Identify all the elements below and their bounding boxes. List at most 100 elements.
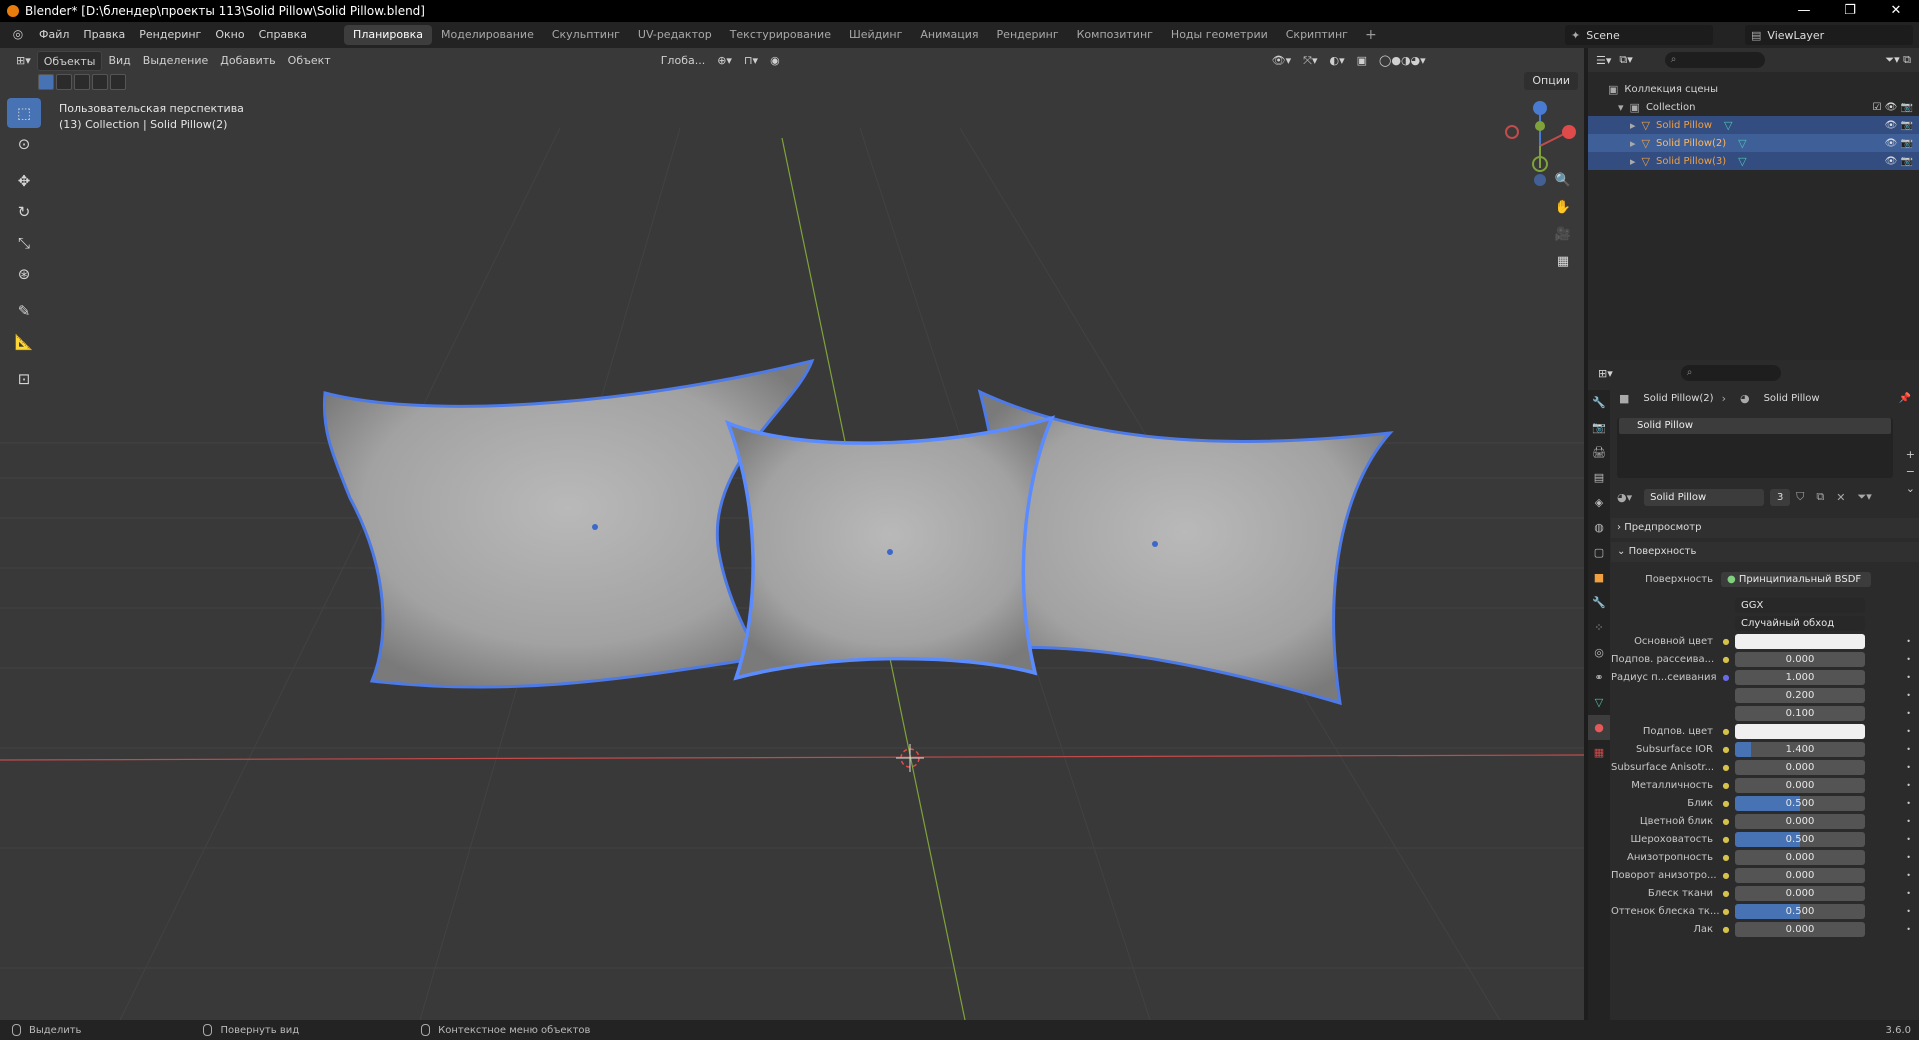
add-workspace-icon[interactable]: + [1357,27,1385,43]
expand-arrow-icon[interactable]: ▸ [1630,155,1636,168]
pillow-object-1[interactable] [322,358,815,689]
output-tab-icon[interactable]: 🖨 [1588,440,1610,465]
tab-modeling[interactable]: Моделирование [432,25,543,45]
measure-tool-icon[interactable]: 📐 [7,327,41,357]
socket-dot-icon[interactable]: ● [1721,925,1731,934]
minimize-button[interactable]: — [1781,0,1827,22]
socket-dot-icon[interactable]: ● [1721,889,1731,898]
socket-dot-icon[interactable]: ● [1721,907,1731,916]
tab-texture-paint[interactable]: Текстурирование [721,25,840,45]
texture-tab-icon[interactable]: ▦ [1588,740,1610,765]
object-tab-icon[interactable]: ■ [1588,565,1610,590]
keyframe-dot-icon[interactable]: • [1906,637,1911,646]
properties-search-input[interactable]: ⌕ [1680,365,1781,381]
menu-object[interactable]: Объект [282,51,337,71]
select-box-tool-icon[interactable]: ⬚ [7,98,41,128]
overlay-toggle-icon[interactable]: ◐▾ [1324,51,1351,71]
material-name-field[interactable]: Solid Pillow [1644,488,1765,506]
scale-tool-icon[interactable]: ⤡ [7,228,41,258]
keyframe-dot-icon[interactable]: • [1906,799,1911,808]
tool-tab-icon[interactable]: 🔧 [1588,390,1610,415]
menu-render[interactable]: Рендеринг [132,22,208,48]
keyframe-dot-icon[interactable]: • [1906,655,1911,664]
material-slot-list[interactable]: Solid Pillow [1617,418,1893,478]
expand-arrow-icon[interactable]: ▾ [1618,101,1624,114]
scene-collection-row[interactable]: ▣ Коллекция сцены [1588,80,1919,98]
menu-help[interactable]: Справка [252,22,314,48]
value-slider[interactable]: 0.100 [1735,705,1865,721]
view-layer-selector[interactable]: ▤ ViewLayer [1745,25,1913,45]
menu-edit[interactable]: Правка [76,22,132,48]
tab-scripting[interactable]: Скриптинг [1277,25,1357,45]
keyframe-dot-icon[interactable]: • [1906,835,1911,844]
keyframe-dot-icon[interactable]: • [1906,709,1911,718]
constraints-tab-icon[interactable]: ⚭ [1588,665,1610,690]
scene-tab-icon[interactable]: ◈ [1588,490,1610,515]
pivot-point-icon[interactable]: ⊕▾ [711,51,738,71]
ortho-grid-icon[interactable]: ▦ [1550,249,1576,275]
move-tool-icon[interactable]: ✥ [7,166,41,196]
value-slider[interactable]: 0.500 [1735,831,1865,847]
expand-arrow-icon[interactable]: ▸ [1630,137,1636,150]
value-slider[interactable]: 0.000 [1735,759,1865,775]
blender-logo-icon[interactable]: ◎ [10,27,26,43]
snap-icon[interactable]: ⊓▾ [738,51,764,71]
color-swatch[interactable] [1735,633,1865,649]
particles-tab-icon[interactable]: ⁘ [1588,615,1610,640]
transform-tool-icon[interactable]: ⊛ [7,259,41,289]
data-tab-icon[interactable]: ▽ [1588,690,1610,715]
material-slot-item[interactable]: Solid Pillow [1619,418,1891,434]
collection-tab-icon[interactable]: ▢ [1588,540,1610,565]
keyframe-dot-icon[interactable]: • [1906,907,1911,916]
object-row-toggles[interactable]: 👁 📷 [1885,138,1913,149]
socket-dot-icon[interactable]: ● [1721,763,1731,772]
tab-rendering[interactable]: Рендеринг [988,25,1068,45]
filter-icon[interactable]: ⏷▾ ⧉ [1885,53,1911,67]
outliner-editor-type-icon[interactable]: ☰▾ [1596,54,1611,67]
socket-dot-icon[interactable]: ● [1721,727,1731,736]
select-extend-icon[interactable] [56,74,72,90]
socket-dot-icon[interactable]: ● [1721,745,1731,754]
menu-file[interactable]: Файл [32,22,76,48]
keyframe-dot-icon[interactable]: • [1906,745,1911,754]
mode-dropdown[interactable]: Объекты [36,51,103,71]
transform-orientation-dropdown[interactable]: Глоба... [655,51,711,71]
xray-icon[interactable]: ▣ [1351,51,1373,71]
world-tab-icon[interactable]: ◍ [1588,515,1610,540]
keyframe-dot-icon[interactable]: • [1906,727,1911,736]
value-slider[interactable]: 0.000 [1735,867,1865,883]
properties-editor-type-icon[interactable]: ⊞▾ [1598,367,1613,380]
rotate-tool-icon[interactable]: ↻ [7,197,41,227]
socket-dot-icon[interactable]: ● [1721,817,1731,826]
collection-row[interactable]: ▾ ▣ Collection ☑ 👁 📷 [1588,98,1919,116]
proportional-edit-icon[interactable]: ◉ [764,51,786,71]
duplicate-material-icon[interactable]: ⧉ [1816,490,1824,504]
unlink-material-icon[interactable]: ✕ [1836,491,1845,504]
value-slider[interactable]: 1.400 [1735,741,1865,757]
menu-add[interactable]: Добавить [214,51,281,71]
fake-user-shield-icon[interactable]: ⛉ [1796,490,1804,504]
menu-select[interactable]: Выделение [137,51,215,71]
value-slider[interactable]: 0.000 [1735,921,1865,937]
socket-dot-icon[interactable]: ● [1721,637,1731,646]
value-slider[interactable]: 0.000 [1735,885,1865,901]
select-invert-icon[interactable] [92,74,108,90]
outliner-item-solid-pillow[interactable]: ▸ ▽ Solid Pillow ▽ 👁 📷 [1588,116,1919,134]
surface-panel-header[interactable]: ⌄ Поверхность [1611,542,1919,562]
tab-sculpting[interactable]: Скульптинг [543,25,629,45]
value-slider[interactable]: 0.000 [1735,813,1865,829]
tab-layout[interactable]: Планировка [344,25,433,45]
material-tab-icon[interactable]: ● [1588,715,1610,740]
view-layer-tab-icon[interactable]: ▤ [1588,465,1610,490]
keyframe-dot-icon[interactable]: • [1906,889,1911,898]
socket-dot-icon[interactable]: ● [1721,871,1731,880]
socket-dot-icon[interactable]: ● [1721,853,1731,862]
outliner-item-solid-pillow-3[interactable]: ▸ ▽ Solid Pillow(3) ▽ 👁 📷 [1588,152,1919,170]
value-slider[interactable]: 0.500 [1735,795,1865,811]
tab-compositing[interactable]: Композитинг [1068,25,1162,45]
socket-dot-icon[interactable]: ● [1721,781,1731,790]
distribution-dropdown[interactable]: GGX [1735,597,1865,613]
value-slider[interactable]: 0.500 [1735,903,1865,919]
keyframe-dot-icon[interactable]: • [1906,781,1911,790]
pin-icon[interactable]: 📌 [1899,393,1911,404]
